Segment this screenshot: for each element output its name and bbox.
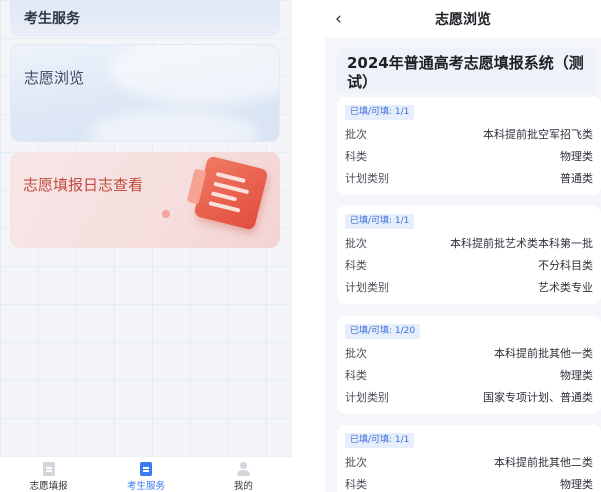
row-key: 科类 [345, 478, 367, 491]
log-document-icon [186, 155, 269, 231]
bottom-nav: 志愿填报 考生服务 我的 [0, 456, 292, 492]
left-panel: 考生服务 志愿浏览 志愿填报日志查看 志愿填报 考生服务 我的 [0, 0, 292, 492]
row-key: 计划类别 [345, 281, 389, 294]
fill-count-badge: 已填/可填: 1/20 [345, 324, 421, 339]
row-key: 计划类别 [345, 391, 389, 404]
row-value: 本科提前批其他一类 [494, 347, 593, 360]
row-value: 物理类 [560, 478, 593, 491]
row-value: 物理类 [560, 150, 593, 163]
row-value: 本科提前批空军招飞类 [483, 128, 593, 141]
entry-row: 计划类别 艺术类专业 [345, 279, 593, 295]
document-icon [139, 462, 152, 476]
row-value: 国家专项计划、普通类 [483, 391, 593, 404]
entry-row: 计划类别 普通类 [345, 170, 593, 186]
row-key: 批次 [345, 456, 367, 469]
nav-volunteer-fill[interactable]: 志愿填报 [0, 457, 97, 492]
row-key: 批次 [345, 347, 367, 360]
fill-count-badge: 已填/可填: 1/1 [345, 105, 415, 120]
entry-row: 批次 本科提前批空军招飞类 [345, 126, 593, 142]
volunteer-log-card[interactable]: 志愿填报日志查看 [10, 152, 280, 248]
row-value: 本科提前批艺术类本科第一批 [450, 237, 593, 250]
document-icon [42, 462, 55, 476]
row-key: 计划类别 [345, 172, 389, 185]
entry-row: 计划类别 国家专项计划、普通类 [345, 389, 593, 405]
row-value: 物理类 [560, 369, 593, 382]
nav-label: 考生服务 [126, 481, 165, 492]
right-panel: ‹ 志愿浏览 2024年普通高考志愿填报系统（测试） 已填/可填: 1/1 批次… [325, 0, 601, 492]
user-icon [236, 462, 251, 476]
panel-divider [292, 0, 325, 492]
fill-count-badge: 已填/可填: 1/1 [345, 433, 415, 448]
volunteer-entry[interactable]: 已填/可填: 1/1 批次 本科提前批空军招飞类 科类 物理类 计划类别 普通类 [337, 97, 601, 195]
volunteer-browse-label: 志愿浏览 [24, 69, 85, 87]
row-value: 不分科目类 [538, 259, 593, 272]
nav-mine[interactable]: 我的 [195, 457, 292, 492]
entry-row: 科类 物理类 [345, 367, 593, 383]
nav-label: 志愿填报 [29, 481, 68, 492]
entry-row: 科类 不分科目类 [345, 257, 593, 273]
row-key: 批次 [345, 237, 367, 250]
student-service-title: 考生服务 [24, 11, 80, 27]
row-value: 本科提前批其他二类 [494, 456, 593, 469]
volunteer-browse-card[interactable]: 志愿浏览 [10, 44, 280, 142]
row-key: 批次 [345, 128, 367, 141]
entry-row: 批次 本科提前批其他二类 [345, 454, 593, 470]
row-value: 普通类 [560, 172, 593, 185]
entry-row: 科类 物理类 [345, 148, 593, 164]
decor-dot [162, 210, 170, 218]
volunteer-log-label: 志愿填报日志查看 [23, 176, 144, 194]
volunteer-entry[interactable]: 已填/可填: 1/1 批次 本科提前批其他二类 科类 物理类 [337, 425, 601, 492]
row-key: 科类 [345, 259, 367, 272]
cloud-decoration [89, 109, 259, 141]
page-title: 志愿浏览 [435, 12, 491, 28]
system-title-card: 2024年普通高考志愿填报系统（测试） [337, 47, 595, 93]
header-bar: ‹ 志愿浏览 [325, 0, 601, 38]
row-key: 科类 [345, 369, 367, 382]
cloud-decoration [109, 45, 279, 105]
nav-student-service[interactable]: 考生服务 [97, 457, 194, 492]
back-chevron-icon[interactable]: ‹ [335, 9, 342, 29]
entry-row: 科类 物理类 [345, 476, 593, 492]
student-service-header-card[interactable]: 考生服务 [10, 0, 280, 36]
fill-count-badge: 已填/可填: 1/1 [345, 214, 415, 229]
row-value: 艺术类专业 [538, 281, 593, 294]
system-title: 2024年普通高考志愿填报系统（测试） [347, 54, 584, 91]
volunteer-entry[interactable]: 已填/可填: 1/1 批次 本科提前批艺术类本科第一批 科类 不分科目类 计划类… [337, 206, 601, 304]
entry-row: 批次 本科提前批其他一类 [345, 345, 593, 361]
entry-row: 批次 本科提前批艺术类本科第一批 [345, 235, 593, 251]
volunteer-entry[interactable]: 已填/可填: 1/20 批次 本科提前批其他一类 科类 物理类 计划类别 国家专… [337, 316, 601, 414]
row-key: 科类 [345, 150, 367, 163]
nav-label: 我的 [233, 481, 253, 492]
